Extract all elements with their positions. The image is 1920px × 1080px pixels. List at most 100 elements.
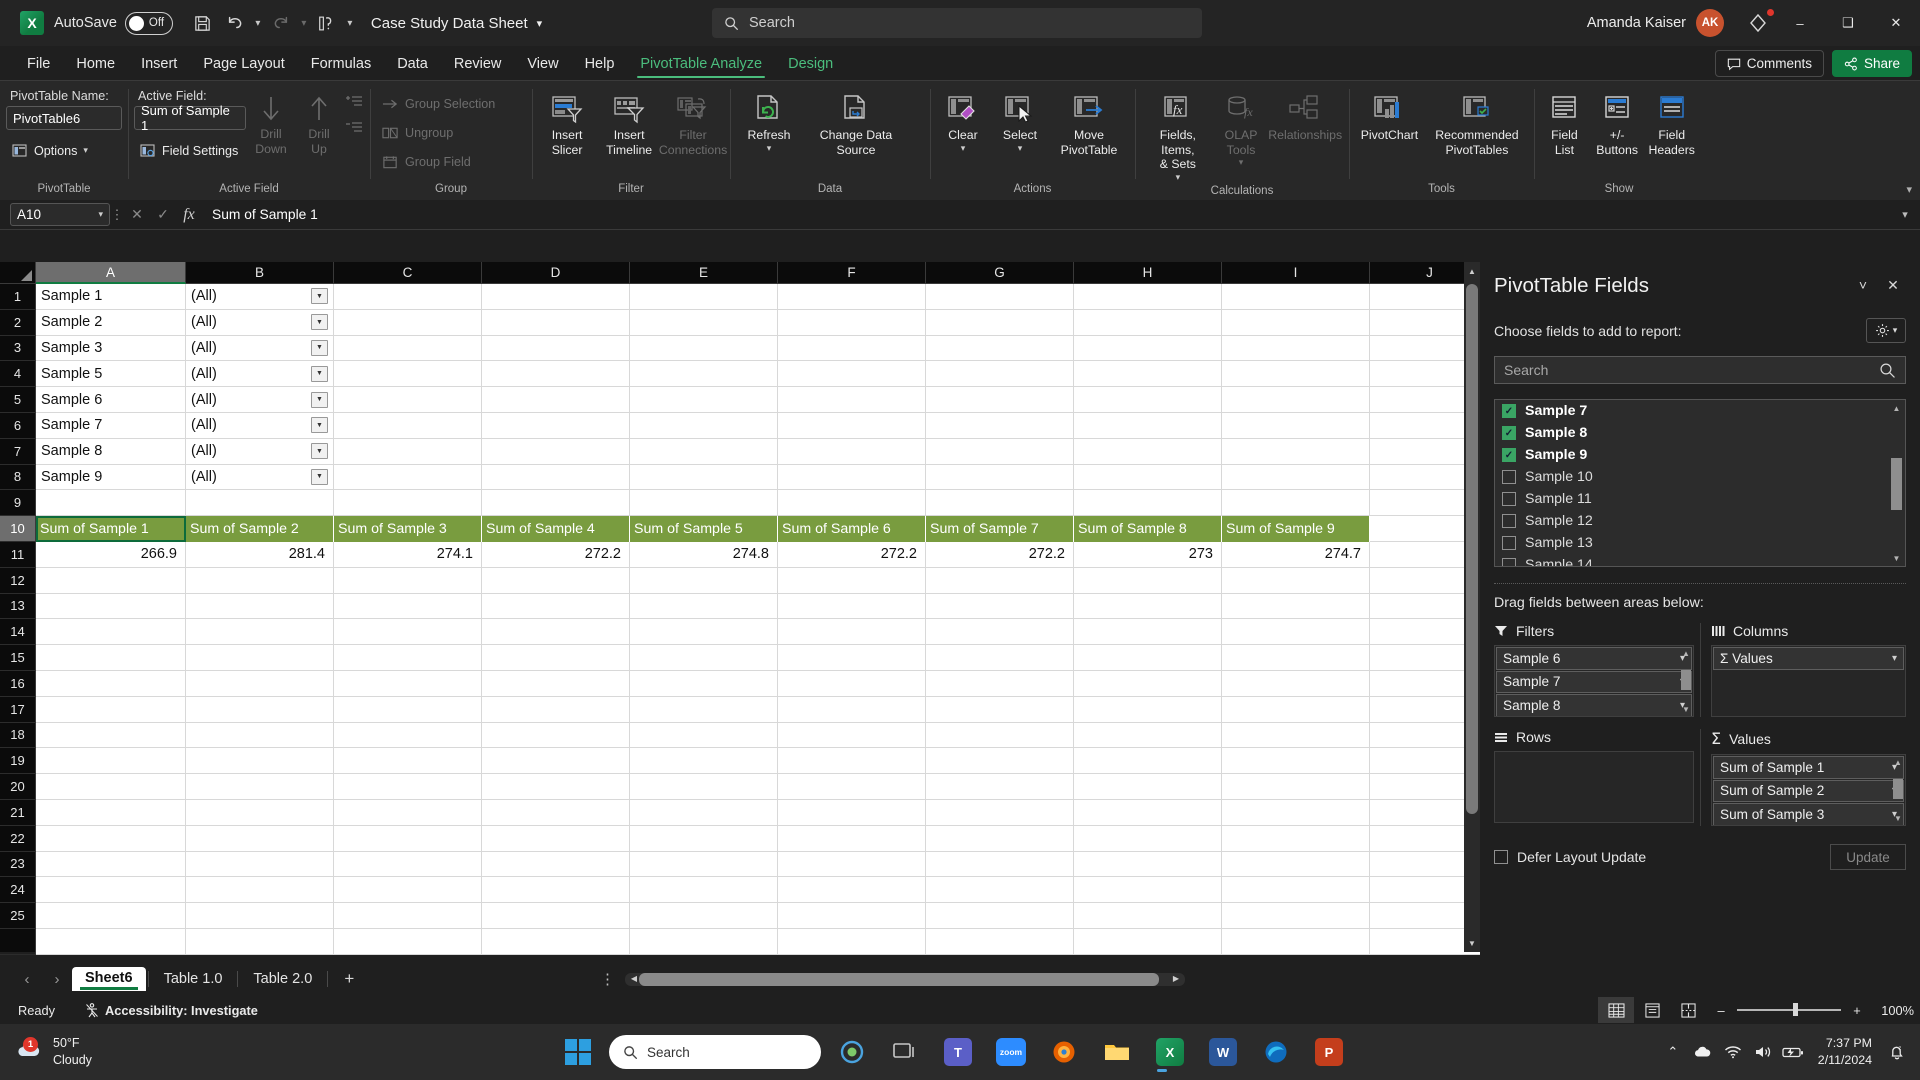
columns-box[interactable]: Σ Values ▾ xyxy=(1711,645,1906,717)
row-header-11[interactable]: 11 xyxy=(0,541,36,568)
close-icon[interactable]: ✕ xyxy=(1880,272,1906,298)
scroll-down-icon[interactable]: ▼ xyxy=(1464,934,1480,952)
pivot-value-9[interactable]: 274.7 xyxy=(1222,541,1370,568)
cell-b3[interactable]: (All) ▼ xyxy=(186,335,334,362)
cell-b20[interactable] xyxy=(186,774,334,800)
notifications-icon[interactable]: z xyxy=(1882,1032,1912,1072)
cell-c1[interactable] xyxy=(334,284,482,310)
cell-c13[interactable] xyxy=(334,593,482,620)
cell-a25[interactable] xyxy=(36,903,186,929)
add-sheet-button[interactable]: + xyxy=(330,969,368,989)
cell-e19[interactable] xyxy=(630,748,778,775)
filters-scroll-thumb[interactable] xyxy=(1681,670,1691,690)
cell-g13[interactable] xyxy=(926,593,1074,620)
row-header-1[interactable]: 1 xyxy=(0,284,36,310)
cell-h3[interactable] xyxy=(1074,335,1222,362)
cell-a6[interactable]: Sample 7 xyxy=(36,412,186,439)
cell-a3[interactable]: Sample 3 xyxy=(36,335,186,362)
collapse-ribbon-icon[interactable]: ▾ xyxy=(1906,183,1912,196)
cell-i6[interactable] xyxy=(1222,412,1370,439)
comments-button[interactable]: Comments xyxy=(1714,50,1824,77)
field-headers-button[interactable]: Field Headers xyxy=(1645,89,1698,160)
expand-formula-bar-icon[interactable]: ▾ xyxy=(1892,208,1918,221)
insert-timeline-button[interactable]: Insert Timeline xyxy=(598,89,660,160)
hscroll-right-icon[interactable]: ▶ xyxy=(1169,974,1183,983)
firefox-icon[interactable] xyxy=(1042,1030,1086,1074)
cell-d23[interactable] xyxy=(482,851,630,878)
cell-f7[interactable] xyxy=(778,438,926,465)
row-header-26[interactable] xyxy=(0,928,36,955)
field-list[interactable]: ✓ Sample 7 ✓ Sample 8 ✓ Sample 9 Sample … xyxy=(1494,399,1906,567)
defer-layout-update-checkbox[interactable] xyxy=(1494,850,1508,864)
cell-g14[interactable] xyxy=(926,619,1074,646)
cell-c26[interactable] xyxy=(334,928,482,955)
cell-f15[interactable] xyxy=(778,645,926,671)
cell-e26[interactable] xyxy=(630,928,778,955)
row-header-2[interactable]: 2 xyxy=(0,309,36,336)
cell-c15[interactable] xyxy=(334,645,482,671)
quick-access-more-icon[interactable]: ▾ xyxy=(343,18,357,29)
cell-c16[interactable] xyxy=(334,670,482,697)
edge-icon[interactable] xyxy=(1254,1030,1298,1074)
cell-i26[interactable] xyxy=(1222,928,1370,955)
avatar[interactable]: AK xyxy=(1696,9,1724,37)
teams-icon[interactable]: T xyxy=(936,1030,980,1074)
cell-a4[interactable]: Sample 5 xyxy=(36,361,186,388)
cell-e5[interactable] xyxy=(630,387,778,413)
column-header-a[interactable]: A xyxy=(36,262,186,284)
cell-a9[interactable] xyxy=(36,490,186,517)
chevron-down-icon[interactable]: ˅ xyxy=(1850,272,1876,298)
minimize-button[interactable]: – xyxy=(1776,0,1824,46)
undo-icon[interactable] xyxy=(219,7,251,39)
cell-c14[interactable] xyxy=(334,619,482,646)
values-area[interactable]: Σ Values Sum of Sample 1 ▾ Sum of Sample… xyxy=(1700,729,1906,826)
fields-items-sets-button[interactable]: fx Fields, Items, & Sets ▾ xyxy=(1141,89,1215,185)
clear-chevron-down-icon[interactable]: ▾ xyxy=(961,143,966,154)
zoom-level[interactable]: 100% xyxy=(1872,1003,1914,1018)
pivot-header-9[interactable]: Sum of Sample 9 xyxy=(1222,516,1370,542)
autosave-toggle[interactable]: Off xyxy=(124,11,173,35)
cell-b14[interactable] xyxy=(186,619,334,646)
page-layout-view-icon[interactable] xyxy=(1634,997,1670,1023)
onedrive-icon[interactable] xyxy=(1688,1032,1718,1072)
cell-i8[interactable] xyxy=(1222,464,1370,491)
options-chevron-down-icon[interactable]: ▾ xyxy=(83,145,88,156)
field-checkbox-sample-9[interactable]: ✓ xyxy=(1502,448,1516,462)
cell-b25[interactable] xyxy=(186,903,334,929)
cell-c8[interactable] xyxy=(334,464,482,491)
filter-dropdown-icon-7[interactable]: ▼ xyxy=(311,443,328,460)
cell-h22[interactable] xyxy=(1074,825,1222,852)
cell-e21[interactable] xyxy=(630,799,778,826)
cell-a19[interactable] xyxy=(36,748,186,775)
cell-i24[interactable] xyxy=(1222,877,1370,904)
cell-i4[interactable] xyxy=(1222,361,1370,388)
pivottable-name-input[interactable]: PivotTable6 xyxy=(6,106,122,130)
values-scroll-up-icon[interactable]: ▲ xyxy=(1891,755,1905,769)
select-all-corner[interactable] xyxy=(0,262,36,284)
row-header-19[interactable]: 19 xyxy=(0,748,36,775)
field-list-options-button[interactable]: ▾ xyxy=(1866,318,1906,343)
row-header-4[interactable]: 4 xyxy=(0,361,36,388)
values-scroll-thumb[interactable] xyxy=(1893,779,1903,799)
cell-b24[interactable] xyxy=(186,877,334,904)
cell-d21[interactable] xyxy=(482,799,630,826)
values-box-scrollbar[interactable]: ▲ ▼ xyxy=(1891,755,1905,825)
filters-scroll-down-icon[interactable]: ▼ xyxy=(1679,702,1693,716)
field-settings-button[interactable]: Field Settings xyxy=(134,138,246,163)
cell-d13[interactable] xyxy=(482,593,630,620)
filter-dropdown-icon-8[interactable]: ▼ xyxy=(311,468,328,485)
cell-b7[interactable]: (All) ▼ xyxy=(186,438,334,465)
cell-b4[interactable]: (All) ▼ xyxy=(186,361,334,388)
insert-function-icon[interactable]: fx xyxy=(176,206,202,224)
formula-input[interactable]: Sum of Sample 1 xyxy=(202,203,1892,226)
cell-f22[interactable] xyxy=(778,825,926,852)
cell-b9[interactable] xyxy=(186,490,334,517)
cell-f6[interactable] xyxy=(778,412,926,439)
cell-e20[interactable] xyxy=(630,774,778,800)
refresh-chevron-down-icon[interactable]: ▾ xyxy=(767,143,772,154)
pivot-value-7[interactable]: 272.2 xyxy=(926,541,1074,568)
cell-b17[interactable] xyxy=(186,696,334,723)
undo-dropdown-icon[interactable]: ▾ xyxy=(251,18,265,29)
pivot-header-8[interactable]: Sum of Sample 8 xyxy=(1074,516,1222,542)
cell-h7[interactable] xyxy=(1074,438,1222,465)
